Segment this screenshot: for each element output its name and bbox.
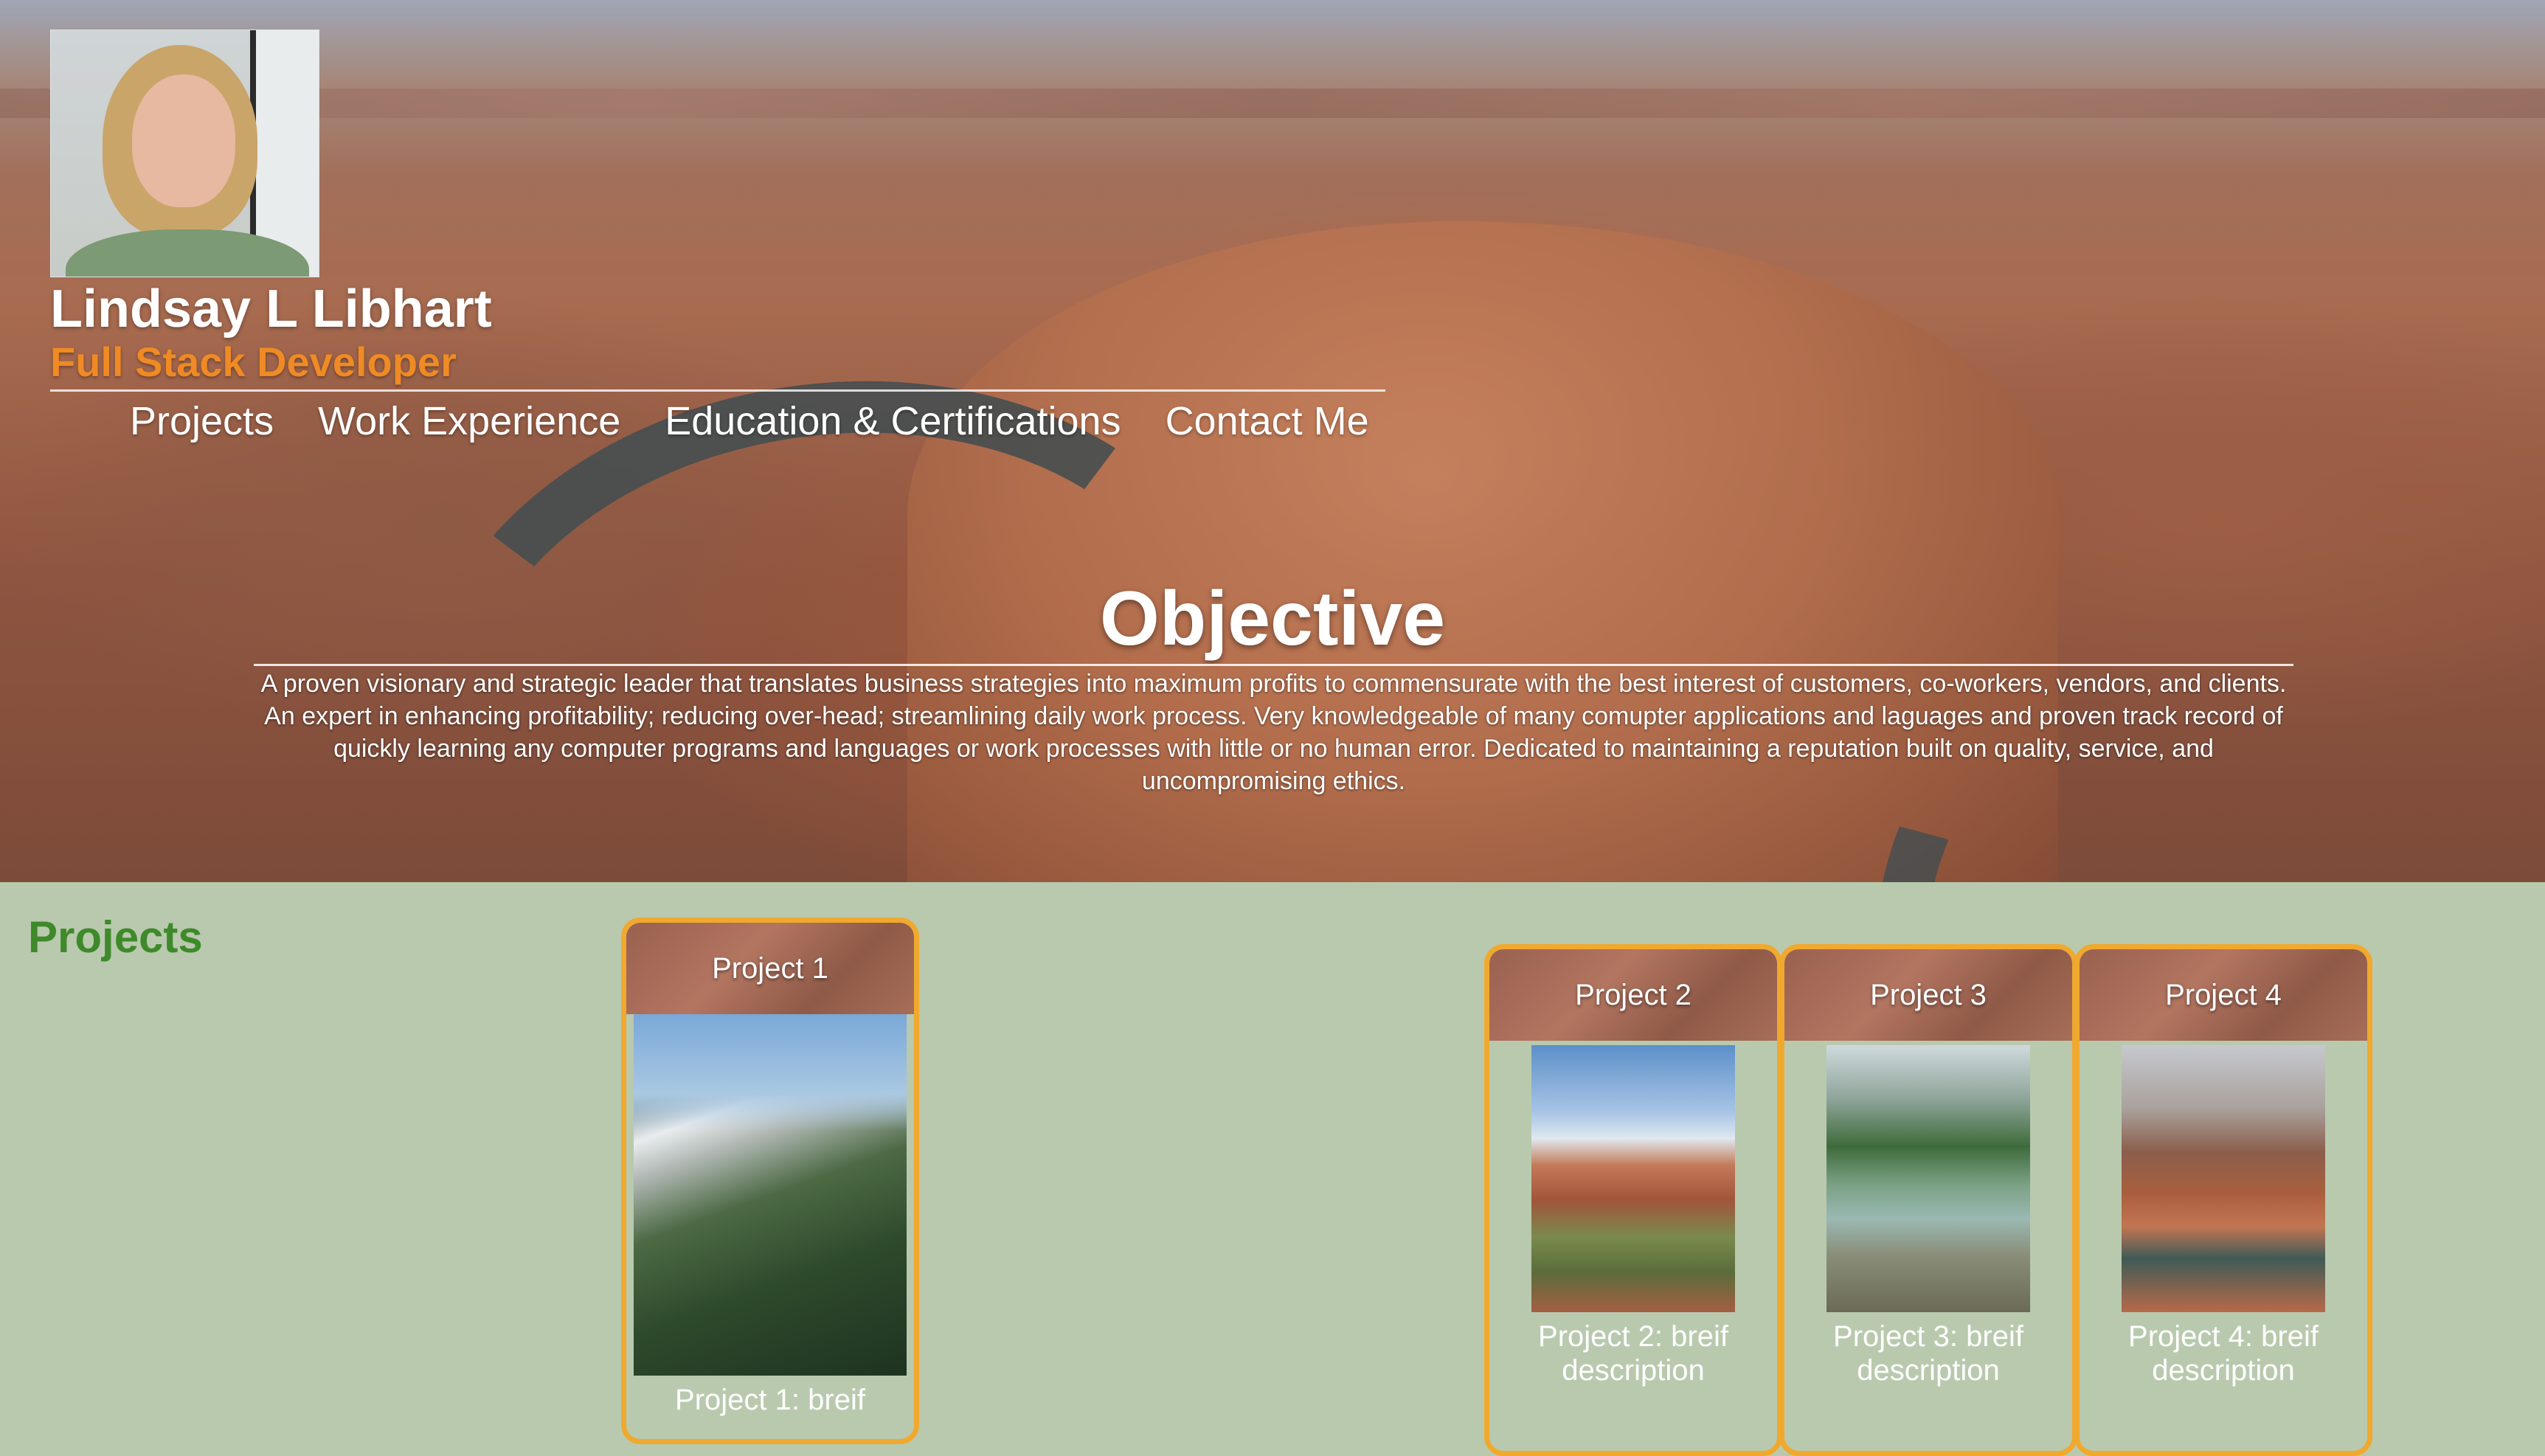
project-3-photo xyxy=(1826,1045,2030,1312)
avatar-face xyxy=(132,74,235,207)
project-card-description: Project 2: breif description xyxy=(1538,1320,1728,1387)
nav-divider xyxy=(50,389,1385,392)
project-card-description: Project 3: breif description xyxy=(1833,1320,2023,1387)
nav-contact[interactable]: Contact Me xyxy=(1166,398,1369,444)
project-card-title: Project 4 xyxy=(2080,949,2367,1041)
project-card-3[interactable]: Project 3 Project 3: breif description xyxy=(1779,944,2077,1456)
project-card-title: Project 1 xyxy=(626,923,914,1014)
objective-text: A proven visionary and strategic leader … xyxy=(260,670,2287,795)
nav-projects[interactable]: Projects xyxy=(130,398,274,444)
project-card-description: Project 4: breif description xyxy=(2128,1320,2319,1387)
objective-divider xyxy=(254,664,2293,666)
canyon-ridge xyxy=(0,89,2545,118)
main-nav: Projects Work Experience Education & Cer… xyxy=(130,398,1369,444)
nav-work-experience[interactable]: Work Experience xyxy=(318,398,620,444)
projects-heading: Projects xyxy=(28,912,203,962)
project-2-photo xyxy=(1531,1045,1735,1312)
objective-title: Objective xyxy=(1099,576,1446,662)
profile-name: Lindsay L Libhart xyxy=(50,280,492,339)
project-card-title: Project 2 xyxy=(1489,949,1777,1041)
profile-role: Full Stack Developer xyxy=(50,339,457,385)
project-card-title: Project 3 xyxy=(1784,949,2072,1041)
hero-banner: Lindsay L Libhart Full Stack Developer P… xyxy=(0,0,2545,882)
project-card-description: Project 1: breif xyxy=(675,1384,865,1416)
project-4-photo xyxy=(2122,1045,2325,1312)
project-card-1[interactable]: Project 1 Project 1: breif xyxy=(621,918,919,1444)
project-1-photo xyxy=(634,1014,907,1376)
nav-education[interactable]: Education & Certifications xyxy=(665,398,1121,444)
project-card-4[interactable]: Project 4 Project 4: breif description xyxy=(2074,944,2372,1456)
avatar xyxy=(50,30,319,277)
project-card-2[interactable]: Project 2 Project 2: breif description xyxy=(1484,944,1782,1456)
